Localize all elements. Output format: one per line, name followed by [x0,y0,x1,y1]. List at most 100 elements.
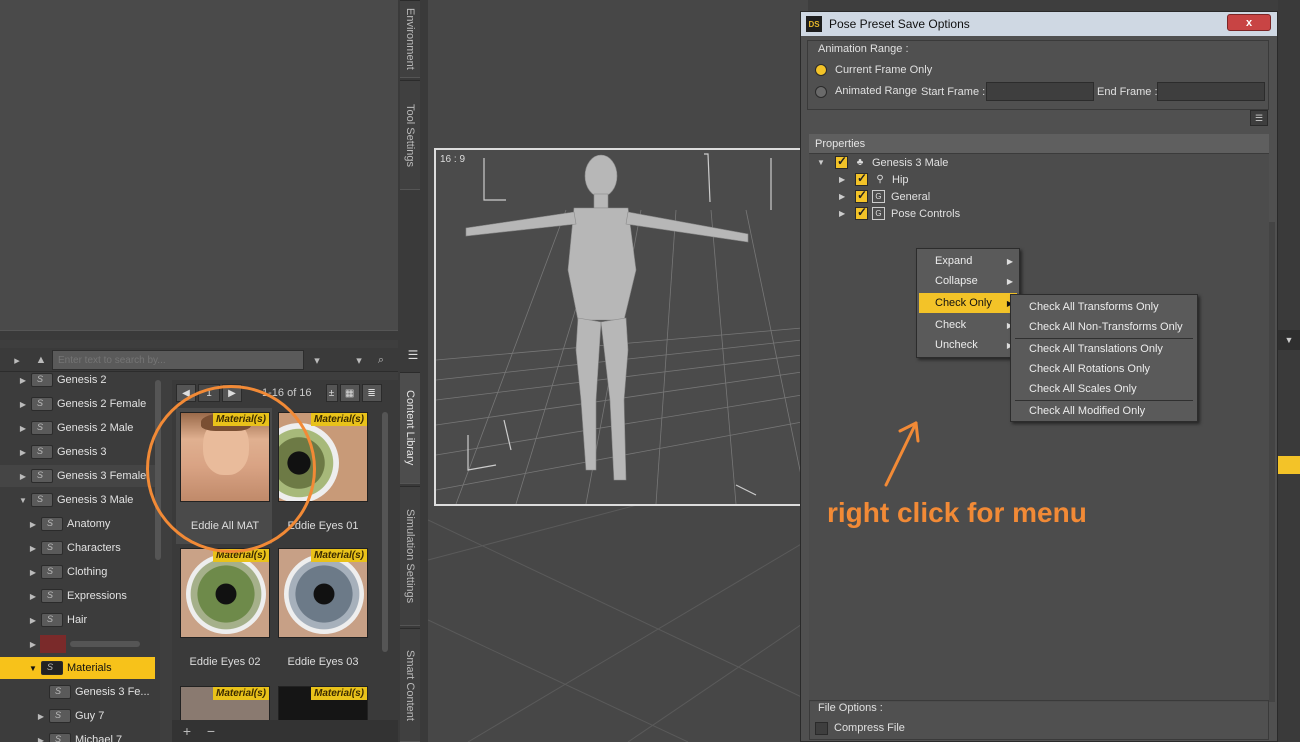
thumbnail-eddie-eyes-02[interactable]: Material(s) [180,548,270,638]
aspect-ratio-label: 16 : 9 [440,154,466,165]
checkbox[interactable] [855,188,868,203]
tree-item[interactable]: ▶ Genesis 2 Male [0,417,160,439]
tab-content-library[interactable]: Content Library [400,372,420,484]
tab-smart-content[interactable]: Smart Content [400,628,420,742]
tree-item[interactable]: ▶ Michael 7 [0,729,160,742]
folder-icon [49,709,71,723]
expand-arrow-icon[interactable]: ▶ [18,424,28,433]
start-frame-field[interactable] [986,82,1094,101]
menu-item-collapse[interactable]: Collapse ▶ [919,271,1017,291]
menu-item-label: Check [935,319,967,331]
tab-smart-content-label: Smart Content [404,649,416,721]
thumbnail-eddie-eyes-03[interactable]: Material(s) [278,548,368,638]
expand-arrow-icon[interactable]: ▶ [18,448,28,457]
dialog-scrollbar[interactable] [1269,222,1275,702]
tree-item[interactable]: ▶ Clothing [0,561,160,583]
expand-arrow-icon[interactable]: ▶ [28,568,38,577]
list-view-icon[interactable]: ≣ [361,384,382,402]
menu-item-check-only[interactable]: Check Only▶ [919,293,1017,313]
render-frame[interactable]: 16 : 9 [434,148,804,506]
tree-item[interactable]: ▶ Characters [0,537,160,559]
tree-item-pose-controls[interactable]: ▶ G Pose Controls [839,205,960,222]
tree-item[interactable]: ▶ Guy 7 [0,705,160,727]
tree-item-blurred[interactable]: ▶ [0,633,160,655]
grid-view-icon[interactable]: ▦ [339,384,360,402]
tree-item[interactable]: ▶ Expressions [0,585,160,607]
dialog-title-bar[interactable]: DS Pose Preset Save Options x [801,12,1277,36]
filter-dropdown-icon[interactable]: ▾ [348,350,370,370]
menu-item-expand[interactable]: Expand ▶ [919,251,1017,271]
tree-item-selected[interactable]: ▼ Materials [0,657,155,679]
expand-arrow-icon[interactable]: ▶ [28,640,38,649]
up-arrow-icon[interactable]: ▲ [30,350,52,370]
collapse-arrow-icon[interactable]: ▼ [817,158,829,167]
blurred-thumbnail [40,635,66,653]
search-input[interactable] [52,350,304,370]
submenu-item[interactable]: Check All Non-Transforms Only [1013,317,1195,337]
submenu-item[interactable]: Check All Translations Only [1013,339,1195,359]
menu-item-check[interactable]: Check▶ [919,315,1017,335]
expand-arrow-icon[interactable]: ▶ [18,400,28,409]
compress-checkbox[interactable] [815,722,828,735]
end-frame-field[interactable] [1157,82,1265,101]
expand-arrow-icon[interactable]: ▶ [839,209,851,218]
folder-icon [31,421,53,435]
pane-divider[interactable] [0,330,398,340]
add-icon[interactable]: + [176,721,198,741]
search-dropdown-icon[interactable]: ▾ [306,350,328,370]
expand-arrow-icon[interactable]: ▶ [839,175,851,184]
submenu-item[interactable]: Check All Transforms Only [1013,297,1195,317]
tab-environment[interactable]: Environment [400,0,420,78]
tree-item[interactable]: ▼ Genesis 3 Male [0,489,160,511]
current-frame-radio[interactable] [815,64,827,76]
expand-arrow-icon[interactable]: ▶ [28,544,38,553]
tree-root-genesis-3-male[interactable]: ▼ ♣ Genesis 3 Male [817,154,948,171]
tree-item[interactable]: ▶ Genesis 3 [0,441,160,463]
menu-item-uncheck[interactable]: Uncheck▶ [919,335,1017,355]
submenu-item[interactable]: Check All Modified Only [1013,401,1195,421]
folder-icon [31,397,53,411]
expand-arrow-icon[interactable]: ▶ [28,616,38,625]
properties-tree[interactable] [809,154,1269,702]
expand-arrow-icon[interactable]: ▶ [28,592,38,601]
options-menu-icon[interactable]: ☰ [1250,110,1268,126]
tab-tool-settings[interactable]: Tool Settings [400,80,420,190]
folder-icon [49,733,71,742]
bone-icon: ⚲ [876,174,884,185]
forward-icon[interactable]: ▸ [6,350,28,370]
expand-arrow-icon[interactable]: ▶ [839,192,851,201]
close-button[interactable]: x [1227,14,1271,31]
search-icon[interactable]: ⌕ [370,350,392,370]
checkbox[interactable] [835,154,848,169]
checkbox[interactable] [855,171,868,186]
tree-item[interactable]: ▶ Anatomy [0,513,160,535]
tree-item-label: General [891,190,931,203]
tree-item-hip[interactable]: ▶ ⚲ Hip [839,171,909,188]
tree-item[interactable]: ▶ Genesis 3 Female [0,465,160,487]
expand-arrow-icon[interactable]: ▶ [28,520,38,529]
expand-arrow-icon[interactable]: ▶ [36,712,46,721]
thumbnail-scrollbar[interactable] [382,412,388,652]
expand-arrow-icon[interactable]: ▶ [18,376,28,385]
tree-item-general[interactable]: ▶ G General [839,188,930,205]
submenu-item[interactable]: Check All Rotations Only [1013,359,1195,379]
expand-arrow-icon[interactable]: ▶ [18,472,28,481]
checkbox[interactable] [855,205,868,220]
tree-item[interactable]: ▶ Genesis 2 Female [0,393,160,415]
thumbnail-label: Eddie Eyes 03 [287,656,359,668]
animated-range-radio[interactable] [815,86,827,98]
eye-icon [186,554,266,634]
submenu-item[interactable]: Check All Scales Only [1013,379,1195,399]
library-footer: + − [172,720,398,742]
tree-item[interactable]: ▶ Hair [0,609,160,631]
tree-item[interactable]: ▶ Genesis 2 [0,372,160,391]
zoom-stepper[interactable]: ± [325,384,338,402]
expand-arrow-icon[interactable]: ▶ [36,736,46,742]
collapse-arrow-icon[interactable]: ▼ [28,664,38,673]
tab-simulation-settings[interactable]: Simulation Settings [400,486,420,626]
panel-menu-icon[interactable]: ☰ [398,345,428,365]
collapse-arrow-icon[interactable]: ▼ [18,496,28,505]
tree-item[interactable]: Genesis 3 Fe... [0,681,160,703]
remove-icon[interactable]: − [200,721,222,741]
chevron-down-icon[interactable]: ▼ [1278,330,1300,350]
